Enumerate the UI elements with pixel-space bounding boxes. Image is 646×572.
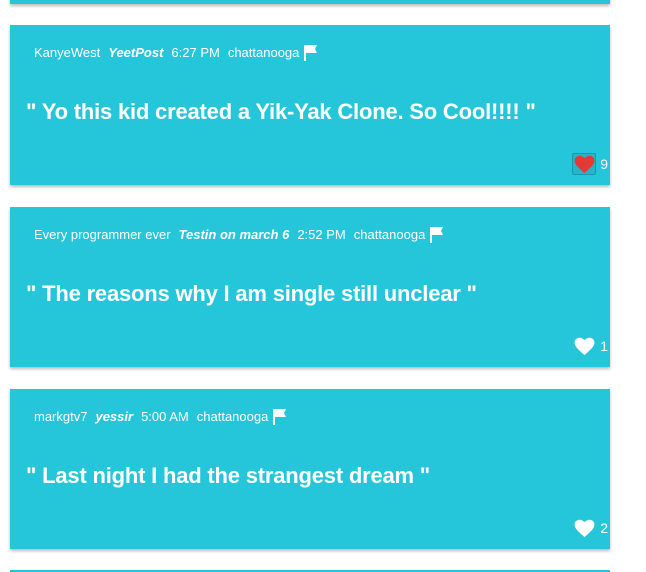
post-time: 5:00 AM [141,409,189,424]
like-control: 1 [572,335,608,357]
post-time: 2:52 PM [297,227,346,242]
post-location: chattanooga [196,409,269,424]
post-location: chattanooga [353,227,426,242]
like-control: 2 [572,517,608,539]
like-count: 1 [600,338,608,354]
like-count: 9 [600,156,608,172]
post-meta: markgtv7 yessir 5:00 AM chattanooga [34,408,288,426]
like-count: 2 [600,520,608,536]
flag-icon[interactable] [429,226,445,244]
post-topic[interactable]: yessir [95,408,133,426]
heart-icon[interactable] [572,517,596,539]
post-author: Every programmer ever [34,227,171,242]
heart-icon[interactable] [572,153,597,175]
post-meta: Every programmer ever Testin on march 6 … [34,226,445,244]
post-card: KanyeWest YeetPost 6:27 PM chattanooga "… [10,25,610,185]
post-meta: KanyeWest YeetPost 6:27 PM chattanooga [34,44,319,62]
post-time: 6:27 PM [171,45,220,60]
post-author: markgtv7 [34,409,88,424]
post-card: Every programmer ever Testin on march 6 … [10,207,610,367]
post-location: chattanooga [227,45,300,60]
post-feed: KanyeWest YeetPost 6:27 PM chattanooga "… [0,0,646,572]
post-card-partial-top [10,0,610,4]
post-card: markgtv7 yessir 5:00 AM chattanooga " La… [10,389,610,549]
like-control: 9 [572,153,608,175]
post-topic[interactable]: Testin on march 6 [179,226,290,244]
flag-icon[interactable] [303,44,319,62]
post-message: " Last night I had the strangest dream " [26,463,431,488]
flag-icon[interactable] [272,408,288,426]
post-topic[interactable]: YeetPost [108,44,163,62]
heart-icon[interactable] [572,335,596,357]
post-author: KanyeWest [34,45,101,60]
post-message: " Yo this kid created a Yik-Yak Clone. S… [26,99,536,124]
post-message: " The reasons why I am single still uncl… [26,281,477,306]
